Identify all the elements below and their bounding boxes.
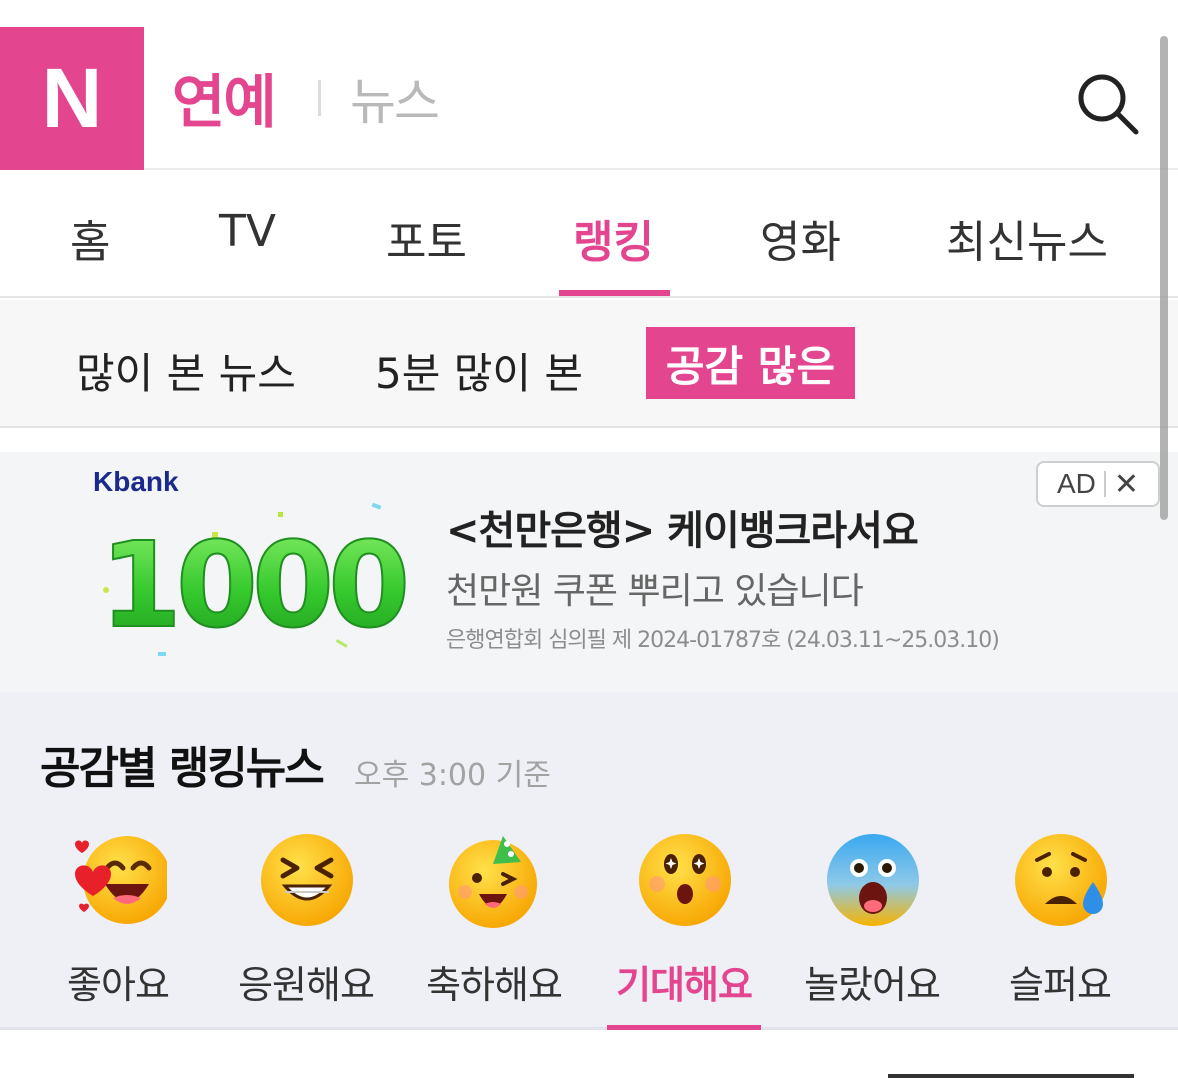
starry-eyed-emoji-icon (639, 834, 731, 926)
heart-eyes-emoji-icon (75, 836, 167, 924)
sad-tear-emoji-icon (1015, 834, 1107, 926)
ranking-sub-nav: 많이 본 뉴스 5분 많이 본 공감 많은 (0, 300, 1178, 428)
scrollbar[interactable] (1160, 36, 1168, 520)
reaction-like[interactable]: 좋아요 (24, 832, 212, 1030)
reaction-label: 축하해요 (426, 963, 563, 1007)
tab-latest-news[interactable]: 최신뉴스 (946, 206, 1108, 270)
tab-home[interactable]: 홈 (70, 206, 110, 270)
party-emoji-icon (449, 836, 537, 928)
naver-logo[interactable]: N (0, 27, 144, 170)
tab-tv[interactable]: TV (219, 206, 276, 257)
reaction-expect[interactable]: 기대해요 (590, 832, 778, 1030)
ad-legal-notice: 은행연합회 심의필 제 2024-01787호 (24.03.11~25.03.… (446, 628, 1000, 653)
section-subtitle-news[interactable]: 뉴스 (350, 62, 440, 134)
subtab-most-reacted[interactable]: 공감 많은 (646, 327, 855, 399)
reaction-sad[interactable]: 슬퍼요 (966, 832, 1154, 1030)
grinning-squint-emoji-icon (261, 834, 353, 926)
reaction-label: 슬퍼요 (1009, 963, 1112, 1007)
active-reaction-indicator (607, 1025, 761, 1030)
main-nav: 홈 TV 포토 랭킹 영화 최신뉴스 (0, 172, 1178, 298)
shocked-emoji-icon (827, 834, 919, 926)
ad-graphic-number: 1000 (100, 516, 405, 654)
subtab-most-viewed[interactable]: 많이 본 뉴스 (76, 340, 296, 401)
reaction-cheer[interactable]: 응원해요 (212, 832, 400, 1030)
section-title-entertainment[interactable]: 연예 (172, 55, 277, 139)
close-icon[interactable]: ✕ (1114, 467, 1139, 502)
tab-movie[interactable]: 영화 (760, 206, 841, 270)
reaction-label: 응원해요 (238, 963, 375, 1007)
reaction-ranking-section: 공감별 랭킹뉴스 오후 3:00 기준 좋아요 응원해요 축하해요 기대해요 놀… (0, 692, 1178, 1030)
ad-badge-divider (1103, 471, 1106, 497)
ad-banner[interactable]: Kbank 1000 <천만은행> 케이뱅크라서요 천만원 쿠폰 뿌리고 있습니… (0, 452, 1178, 692)
ad-label: AD (1056, 468, 1096, 499)
header-divider (318, 80, 321, 116)
section-title: 공감별 랭킹뉴스 (40, 743, 325, 794)
reaction-label: 놀랐어요 (804, 963, 941, 1007)
search-icon[interactable] (1074, 70, 1142, 138)
kbank-1000-graphic: 1000 (99, 502, 412, 656)
reaction-label: 기대해요 (616, 963, 753, 1007)
tab-ranking[interactable]: 랭킹 (573, 206, 654, 270)
reaction-label: 좋아요 (67, 963, 170, 1007)
reaction-surprised[interactable]: 놀랐어요 (778, 832, 966, 1030)
app-header: N 연예 뉴스 (0, 0, 1178, 170)
ad-headline[interactable]: <천만은행> 케이뱅크라서요 (446, 498, 919, 556)
bottom-divider (888, 1074, 1134, 1078)
ranking-timestamp: 오후 3:00 기준 (354, 758, 551, 793)
ad-subheadline[interactable]: 천만원 쿠폰 뿌리고 있습니다 (446, 562, 864, 614)
reaction-congrats[interactable]: 축하해요 (400, 832, 588, 1030)
tab-photo[interactable]: 포토 (386, 206, 467, 270)
subtab-5min-most-viewed[interactable]: 5분 많이 본 (375, 340, 583, 401)
active-tab-indicator (559, 290, 670, 296)
ad-badge: AD ✕ (1036, 461, 1160, 507)
